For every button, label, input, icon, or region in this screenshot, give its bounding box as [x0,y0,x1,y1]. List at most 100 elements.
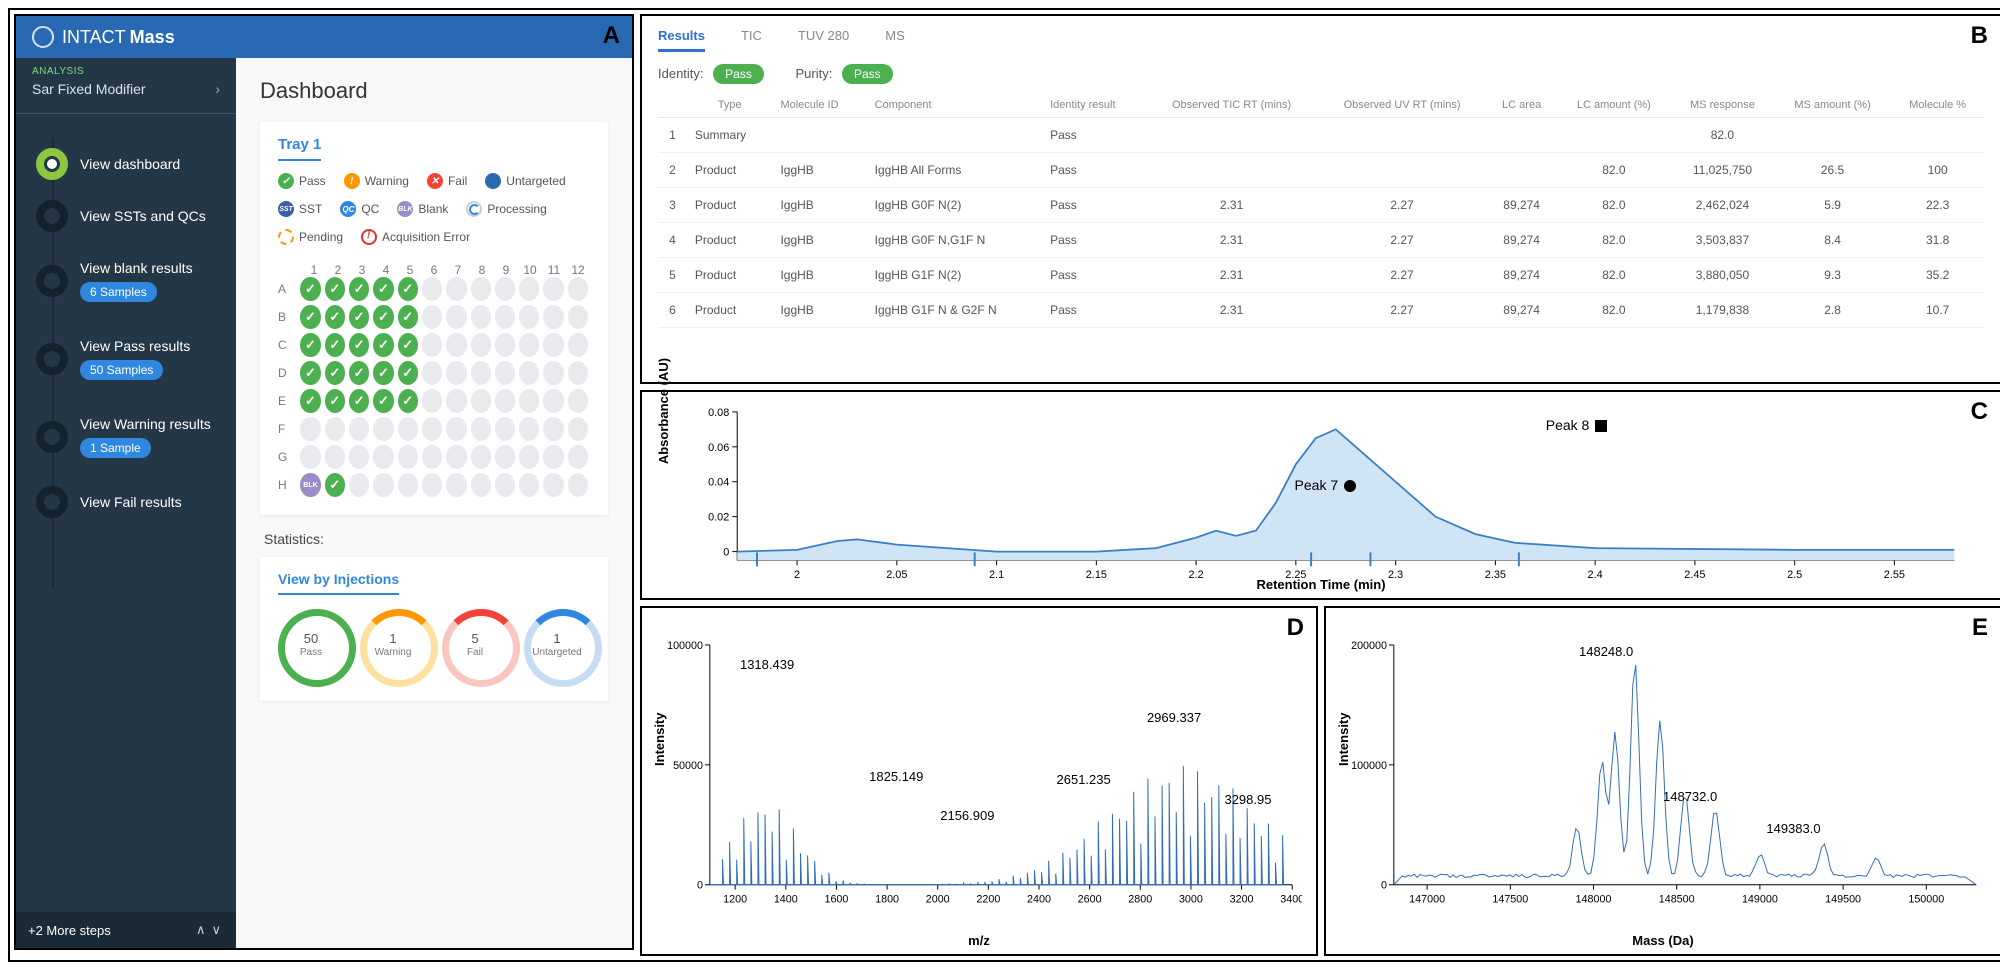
well-G11[interactable] [543,445,563,469]
well-E9[interactable] [495,389,515,413]
well-B1[interactable] [300,305,320,329]
sidebar-item-2[interactable]: View blank results6 Samples [16,242,236,320]
well-E4[interactable] [373,389,393,413]
well-D2[interactable] [325,361,345,385]
tray-title[interactable]: Tray 1 [278,136,321,161]
well-E12[interactable] [568,389,588,413]
well-G7[interactable] [446,445,466,469]
tab-results[interactable]: Results [658,28,705,52]
well-F9[interactable] [495,417,515,441]
well-E6[interactable] [422,389,442,413]
well-E11[interactable] [543,389,563,413]
well-D6[interactable] [422,361,442,385]
well-H7[interactable] [446,473,466,497]
well-B12[interactable] [568,305,588,329]
well-A5[interactable] [398,277,418,301]
well-E3[interactable] [349,389,369,413]
well-A2[interactable] [325,277,345,301]
well-D3[interactable] [349,361,369,385]
table-row[interactable]: 4ProductIggHBIggHB G0F N,G1F NPass2.312.… [658,223,1984,258]
well-E8[interactable] [471,389,491,413]
well-C8[interactable] [471,333,491,357]
more-steps-row[interactable]: +2 More steps ∧∨ [16,912,236,948]
well-F3[interactable] [349,417,369,441]
well-C10[interactable] [519,333,539,357]
sidebar-item-0[interactable]: View dashboard [16,138,236,190]
well-C5[interactable] [398,333,418,357]
well-E10[interactable] [519,389,539,413]
stat-warn[interactable]: 1Warning [360,609,426,687]
well-B2[interactable] [325,305,345,329]
well-B5[interactable] [398,305,418,329]
well-F2[interactable] [325,417,345,441]
well-B10[interactable] [519,305,539,329]
well-C3[interactable] [349,333,369,357]
well-A11[interactable] [543,277,563,301]
well-D1[interactable] [300,361,320,385]
well-E7[interactable] [446,389,466,413]
well-D8[interactable] [471,361,491,385]
well-H12[interactable] [568,473,588,497]
well-B3[interactable] [349,305,369,329]
well-G5[interactable] [398,445,418,469]
well-H3[interactable] [349,473,369,497]
well-F11[interactable] [543,417,563,441]
well-F10[interactable] [519,417,539,441]
well-A7[interactable] [446,277,466,301]
view-by-injections-tab[interactable]: View by Injections [278,571,399,595]
well-G6[interactable] [422,445,442,469]
well-D7[interactable] [446,361,466,385]
sidebar-item-4[interactable]: View Warning results1 Sample [16,398,236,476]
well-D9[interactable] [495,361,515,385]
well-C9[interactable] [495,333,515,357]
well-E5[interactable] [398,389,418,413]
well-C12[interactable] [568,333,588,357]
well-H4[interactable] [373,473,393,497]
tab-ms[interactable]: MS [885,28,905,52]
chevron-down-icon[interactable]: ∨ [211,922,221,937]
well-C11[interactable] [543,333,563,357]
well-F8[interactable] [471,417,491,441]
well-H2[interactable] [325,473,345,497]
chevron-up-icon[interactable]: ∧ [196,922,206,937]
well-D4[interactable] [373,361,393,385]
well-B4[interactable] [373,305,393,329]
stat-pass[interactable]: 50Pass [278,609,344,687]
well-D10[interactable] [519,361,539,385]
well-F7[interactable] [446,417,466,441]
table-row[interactable]: 5ProductIggHBIggHB G1F N(2)Pass2.312.278… [658,258,1984,293]
well-B8[interactable] [471,305,491,329]
stat-fail[interactable]: 5Fail [442,609,508,687]
well-D11[interactable] [543,361,563,385]
well-B6[interactable] [422,305,442,329]
well-G10[interactable] [519,445,539,469]
well-H1[interactable]: BLK [300,473,320,497]
well-C7[interactable] [446,333,466,357]
well-A8[interactable] [471,277,491,301]
sidebar-item-5[interactable]: View Fail results [16,476,236,528]
well-G8[interactable] [471,445,491,469]
well-F6[interactable] [422,417,442,441]
well-D5[interactable] [398,361,418,385]
well-H10[interactable] [519,473,539,497]
sidebar-item-3[interactable]: View Pass results50 Samples [16,320,236,398]
well-F5[interactable] [398,417,418,441]
tab-tic[interactable]: TIC [741,28,762,52]
well-A6[interactable] [422,277,442,301]
well-A1[interactable] [300,277,320,301]
well-G12[interactable] [568,445,588,469]
well-A9[interactable] [495,277,515,301]
well-H6[interactable] [422,473,442,497]
well-A4[interactable] [373,277,393,301]
well-G2[interactable] [325,445,345,469]
sidebar-item-1[interactable]: View SSTs and QCs [16,190,236,242]
well-F4[interactable] [373,417,393,441]
well-B9[interactable] [495,305,515,329]
table-row[interactable]: 2ProductIggHBIggHB All FormsPass82.011,0… [658,153,1984,188]
tab-tuv280[interactable]: TUV 280 [798,28,849,52]
well-H5[interactable] [398,473,418,497]
well-D12[interactable] [568,361,588,385]
table-row[interactable]: 3ProductIggHBIggHB G0F N(2)Pass2.312.278… [658,188,1984,223]
well-C6[interactable] [422,333,442,357]
table-row[interactable]: 6ProductIggHBIggHB G1F N & G2F NPass2.31… [658,293,1984,328]
